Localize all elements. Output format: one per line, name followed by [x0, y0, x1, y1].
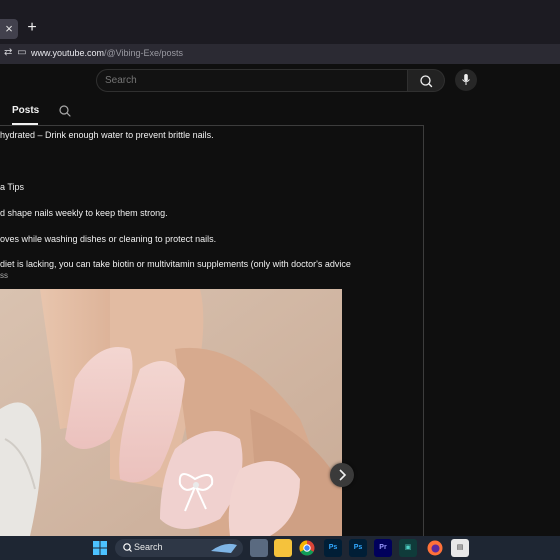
youtube-header: [0, 64, 560, 100]
search-icon: [420, 75, 433, 88]
post-text-line: oves while washing dishes or cleaning to…: [0, 234, 217, 244]
chrome-icon[interactable]: [298, 539, 316, 557]
app-icon-2[interactable]: ▤: [451, 539, 469, 557]
tracking-protection-icon[interactable]: ⇄ ▭: [4, 47, 28, 58]
post-text-line: d shape nails weekly to keep them strong…: [0, 208, 168, 218]
taskbar-search-label: Search: [134, 542, 163, 552]
active-tab-indicator: [12, 123, 38, 125]
post-text-line: a Tips: [0, 182, 25, 192]
search-input[interactable]: [97, 70, 407, 91]
search-button[interactable]: [408, 69, 445, 92]
browser-tab-strip: × +: [0, 0, 560, 44]
url-host: www.youtube.com: [31, 48, 105, 58]
taskbar-search[interactable]: Search: [115, 539, 243, 557]
tab-posts[interactable]: Posts: [12, 105, 39, 116]
search-box: [96, 69, 408, 92]
start-icon[interactable]: [91, 539, 109, 557]
url-path: /@Vibing-Exe/posts: [104, 48, 184, 58]
channel-tabs: Posts: [0, 100, 424, 126]
post-image[interactable]: [0, 289, 342, 536]
search-highlight-icon: [211, 543, 237, 553]
firefox-icon[interactable]: [426, 539, 444, 557]
post-text-line: diet is lacking, you can take biotin or …: [0, 259, 351, 269]
microphone-icon: [462, 74, 470, 85]
windows-taskbar: Search Ps Ps Pr ▣ ▤: [0, 536, 560, 560]
nail-photo: [0, 289, 342, 536]
tab-close-button[interactable]: ×: [0, 19, 18, 39]
channel-search-icon[interactable]: [58, 104, 72, 118]
address-bar: ⇄ ▭ www.youtube.com/@Vibing-Exe/posts: [0, 44, 560, 64]
file-explorer-icon[interactable]: [274, 539, 292, 557]
column-divider: [423, 126, 424, 536]
photoshop-icon[interactable]: Ps: [324, 539, 342, 557]
app-icon[interactable]: ▣: [399, 539, 417, 557]
chevron-right-icon: [339, 469, 347, 481]
new-tab-button[interactable]: +: [24, 18, 40, 38]
search-icon: [123, 543, 132, 552]
url-field[interactable]: www.youtube.com/@Vibing-Exe/posts: [31, 48, 183, 58]
post-text-line: ss: [0, 271, 8, 280]
screen: × + ⇄ ▭ www.youtube.com/@Vibing-Exe/post…: [0, 0, 560, 560]
voice-search-button[interactable]: [455, 69, 477, 91]
post-text-line: hydrated – Drink enough water to prevent…: [0, 130, 214, 140]
premiere-icon[interactable]: Pr: [374, 539, 392, 557]
next-image-button[interactable]: [330, 463, 354, 487]
photoshop-icon-2[interactable]: Ps: [349, 539, 367, 557]
task-view-icon[interactable]: [250, 539, 268, 557]
